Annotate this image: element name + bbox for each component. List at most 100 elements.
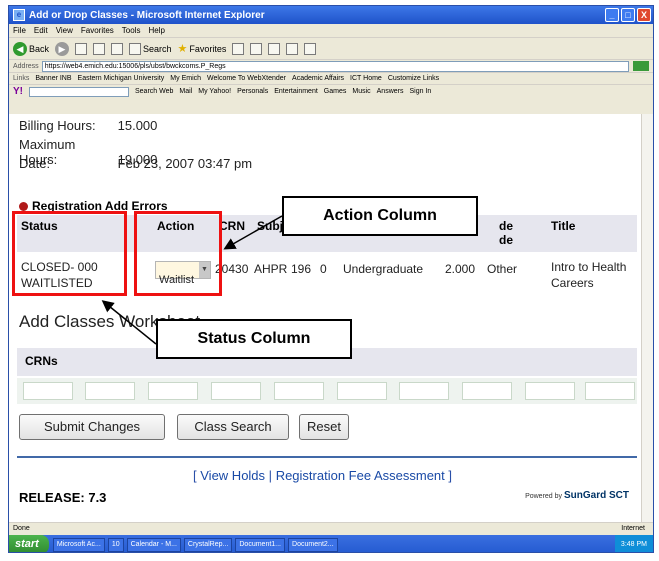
- crn-input[interactable]: [462, 382, 512, 400]
- menu-tools[interactable]: Tools: [122, 26, 141, 35]
- col-grade-mode-2: de: [499, 233, 514, 247]
- folder-icon[interactable]: [304, 42, 317, 55]
- action-column-callout: Action Column: [282, 196, 478, 236]
- class-search-button[interactable]: Class Search: [177, 414, 289, 440]
- crn-input[interactable]: [525, 382, 575, 400]
- yahoo-music[interactable]: Music: [352, 88, 370, 95]
- release-version: RELEASE: 7.3: [19, 490, 107, 505]
- forward-arrow-icon[interactable]: ▶: [55, 41, 70, 56]
- close-button[interactable]: X: [637, 8, 651, 22]
- link-ict-home[interactable]: ICT Home: [350, 75, 382, 82]
- crn-input[interactable]: [337, 382, 387, 400]
- start-button[interactable]: start: [9, 535, 49, 552]
- menu-favorites[interactable]: Favorites: [81, 26, 114, 35]
- yahoo-games[interactable]: Games: [324, 88, 347, 95]
- view-holds-link[interactable]: View Holds: [200, 468, 265, 483]
- date-row: Date: Feb 23, 2007 03:47 pm: [19, 156, 252, 171]
- taskbar-item[interactable]: Microsoft Ac...: [52, 537, 105, 552]
- fee-assessment-link[interactable]: Registration Fee Assessment: [276, 468, 445, 483]
- yahoo-logo[interactable]: Y!: [13, 86, 23, 97]
- menu-help[interactable]: Help: [148, 26, 164, 35]
- crn-input[interactable]: [85, 382, 135, 400]
- back-arrow-icon: ◀: [13, 41, 27, 56]
- status-text: Done: [13, 525, 30, 532]
- submit-changes-button[interactable]: Submit Changes: [19, 414, 165, 440]
- menu-edit[interactable]: Edit: [34, 26, 48, 35]
- action-select[interactable]: Waitlist ▼: [155, 261, 211, 286]
- link-customize[interactable]: Customize Links: [388, 75, 439, 82]
- yahoo-answers[interactable]: Answers: [377, 88, 404, 95]
- address-label: Address: [13, 62, 39, 70]
- taskbar-item[interactable]: Calendar - M...: [126, 537, 181, 552]
- ie-icon: e: [13, 9, 25, 21]
- home-icon[interactable]: [111, 42, 124, 55]
- mail-icon[interactable]: [250, 42, 263, 55]
- crn-input[interactable]: [148, 382, 198, 400]
- billing-hours-value: 15.000: [117, 118, 158, 133]
- edit-icon[interactable]: [286, 42, 299, 55]
- taskbar-item[interactable]: CrystalRep...: [183, 537, 233, 552]
- taskbar: start Microsoft Ac... 10 Calendar - M...…: [9, 535, 653, 552]
- link-academic-affairs[interactable]: Academic Affairs: [292, 75, 344, 82]
- yahoo-entertainment[interactable]: Entertainment: [274, 88, 318, 95]
- subj-value: AHPR: [254, 262, 288, 276]
- history-icon[interactable]: [232, 42, 245, 55]
- col-status: Status: [21, 219, 58, 233]
- date-value: Feb 23, 2007 03:47 pm: [117, 156, 253, 171]
- crn-inputs-row: [17, 378, 637, 404]
- vertical-scrollbar[interactable]: [641, 114, 653, 522]
- yahoo-search-web[interactable]: Search Web: [135, 88, 173, 95]
- stop-icon[interactable]: [75, 42, 88, 55]
- crn-input[interactable]: [23, 382, 73, 400]
- address-input[interactable]: https://web4.emich.edu:15006/pls/ubst/bw…: [41, 60, 629, 72]
- favorites-button[interactable]: ★ Favorites: [178, 42, 227, 55]
- go-icon[interactable]: [633, 61, 649, 71]
- link-my-emich[interactable]: My Emich: [170, 75, 201, 82]
- maximize-button[interactable]: □: [621, 8, 635, 22]
- taskbar-item[interactable]: Document2...: [288, 537, 338, 552]
- reset-button[interactable]: Reset: [299, 414, 349, 440]
- credit-value: 2.000: [445, 262, 476, 276]
- search-button[interactable]: Search: [129, 42, 172, 55]
- menu-view[interactable]: View: [56, 26, 73, 35]
- crn-input[interactable]: [211, 382, 261, 400]
- toolbar: ◀ Back ▶ Search ★ Favorites: [9, 37, 653, 59]
- yahoo-my-yahoo[interactable]: My Yahoo!: [198, 88, 231, 95]
- minimize-button[interactable]: _: [605, 8, 619, 22]
- billing-hours-row: Billing Hours: 15.000: [19, 118, 157, 133]
- link-emu[interactable]: Eastern Michigan University: [78, 75, 165, 82]
- refresh-icon[interactable]: [93, 42, 106, 55]
- col-subj: Subj: [257, 219, 283, 233]
- internet-zone: Internet: [621, 525, 645, 532]
- yahoo-personals[interactable]: Personals: [237, 88, 268, 95]
- menu-file[interactable]: File: [13, 26, 26, 35]
- status-line-2: WAITLISTED: [21, 276, 93, 290]
- link-banner-inb[interactable]: Banner INB: [35, 75, 71, 82]
- status-bar: Done Internet: [9, 522, 653, 534]
- yahoo-toolbar: Y! Search Web Mail My Yahoo! Personals E…: [9, 84, 653, 98]
- yahoo-sign-in[interactable]: Sign In: [409, 88, 431, 95]
- links-bar: Links Banner INB Eastern Michigan Univer…: [9, 72, 653, 84]
- links-label: Links: [13, 75, 30, 82]
- title-line-1: Intro to Health: [551, 260, 627, 274]
- crn-input[interactable]: [585, 382, 635, 400]
- link-webxtender[interactable]: Welcome To WebXtender: [207, 75, 286, 82]
- yahoo-mail[interactable]: Mail: [179, 88, 192, 95]
- sec-value: 0: [320, 262, 327, 276]
- print-icon[interactable]: [268, 42, 281, 55]
- star-icon: ★: [177, 43, 188, 55]
- footer-divider: [17, 456, 637, 458]
- back-button[interactable]: ◀ Back: [13, 41, 49, 56]
- address-bar: Address https://web4.emich.edu:15006/pls…: [9, 59, 653, 72]
- error-dot-icon: [19, 201, 28, 211]
- crn-input[interactable]: [399, 382, 449, 400]
- taskbar-item[interactable]: Document1...: [235, 537, 286, 552]
- title-line-2: Careers: [551, 276, 594, 290]
- taskbar-item[interactable]: 10: [107, 537, 124, 552]
- yahoo-search-input[interactable]: [29, 86, 129, 97]
- level-value: Undergraduate: [343, 262, 424, 276]
- billing-hours-label: Billing Hours:: [19, 118, 96, 133]
- col-action: Action: [157, 219, 195, 233]
- window-title: Add or Drop Classes - Microsoft Internet…: [29, 9, 265, 21]
- crn-input[interactable]: [274, 382, 324, 400]
